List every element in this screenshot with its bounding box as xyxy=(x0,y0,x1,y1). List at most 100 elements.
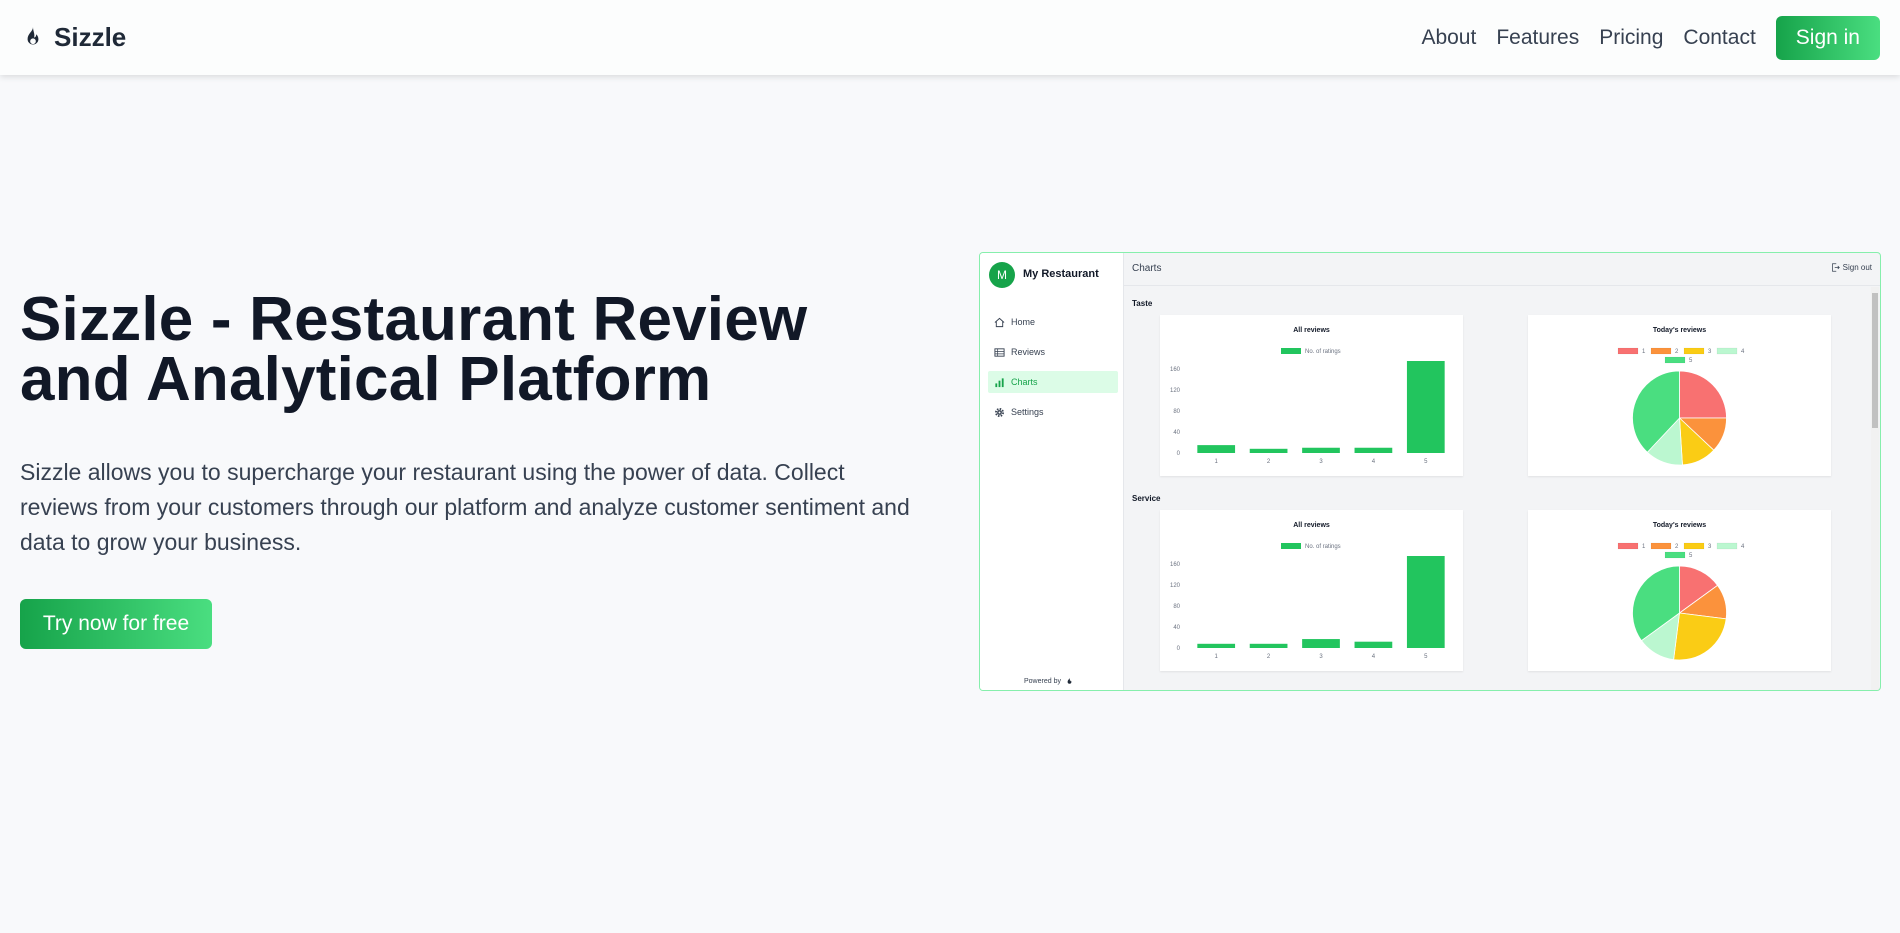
sidebar-item-label: Charts xyxy=(1011,377,1038,387)
legend-label: 1 xyxy=(1642,349,1646,355)
bar xyxy=(1354,447,1393,453)
legend-label: 5 xyxy=(1689,358,1693,364)
legend-label: 4 xyxy=(1741,544,1745,550)
bar-chart-icon xyxy=(995,377,1004,387)
legend-swatch xyxy=(1716,542,1738,550)
pie-slice xyxy=(1673,612,1727,661)
bar xyxy=(1406,361,1445,453)
legend-swatch xyxy=(1281,543,1301,549)
sidebar-item-home: Home xyxy=(988,311,1118,333)
bar xyxy=(1302,447,1340,453)
legend-swatch xyxy=(1683,542,1705,550)
y-tick-label: 120 xyxy=(1170,388,1181,394)
service-pie-chart: 1 2 3 4 5 xyxy=(1617,542,1745,661)
legend-swatch xyxy=(1650,347,1672,355)
flame-icon xyxy=(1067,677,1072,684)
y-tick-label: 160 xyxy=(1170,562,1181,568)
nav-link-features[interactable]: Features xyxy=(1496,26,1579,50)
page-title: Charts xyxy=(1132,263,1162,274)
legend-label: 1 xyxy=(1642,544,1646,550)
legend-label: 3 xyxy=(1708,544,1712,550)
x-tick-label: 5 xyxy=(1424,459,1428,465)
y-tick-label: 80 xyxy=(1173,409,1180,415)
bar xyxy=(1197,445,1236,453)
x-tick-label: 2 xyxy=(1267,654,1271,660)
x-tick-label: 3 xyxy=(1319,654,1323,660)
sign-out-icon xyxy=(1831,263,1840,272)
preview-header: Charts Sign out xyxy=(1124,253,1880,286)
legend-swatch xyxy=(1650,542,1672,550)
bar xyxy=(1197,643,1236,648)
sign-in-button[interactable]: Sign in xyxy=(1775,15,1880,60)
hero-description: Sizzle allows you to supercharge your re… xyxy=(20,459,910,555)
bar xyxy=(1354,641,1393,648)
x-tick-label: 5 xyxy=(1424,654,1428,660)
nav-link-contact[interactable]: Contact xyxy=(1683,26,1755,50)
x-tick-label: 1 xyxy=(1215,459,1219,465)
service-pie-chart-card: Today's reviews 12345 xyxy=(1528,510,1831,671)
brand-logo[interactable]: Sizzle xyxy=(20,22,126,53)
legend-label: No. of ratings xyxy=(1305,349,1341,355)
nav-link-about[interactable]: About xyxy=(1421,26,1476,50)
legend-swatch xyxy=(1281,348,1301,354)
pie-slice xyxy=(1679,370,1727,419)
y-tick-label: 120 xyxy=(1170,583,1181,589)
legend-label: 5 xyxy=(1689,553,1693,559)
legend-label: 2 xyxy=(1675,544,1679,550)
service-bar-chart-card: All reviews No. of ratings 0 40 80 120 160 1 2 3… xyxy=(1160,510,1463,671)
y-tick-label: 160 xyxy=(1170,367,1181,373)
taste-bar-chart: No. of ratings 0 40 80 120 160 1 2 3 4 5 xyxy=(1170,348,1445,465)
preview-sidebar: M My Restaurant Home Reviews Charts Sett… xyxy=(980,253,1124,690)
nav-link-pricing[interactable]: Pricing xyxy=(1599,26,1663,50)
taste-pie-chart-card: Today's reviews 12345 xyxy=(1528,315,1831,476)
sidebar-item-reviews: Reviews xyxy=(988,341,1118,363)
y-tick-label: 0 xyxy=(1177,451,1181,457)
gear-icon xyxy=(995,407,1004,417)
legend-label: 3 xyxy=(1708,349,1712,355)
bar xyxy=(1249,643,1288,648)
y-tick-label: 0 xyxy=(1177,646,1181,652)
legend-swatch xyxy=(1664,356,1686,364)
legend-swatch xyxy=(1617,542,1639,550)
y-tick-label: 40 xyxy=(1173,430,1180,436)
avatar: M xyxy=(989,262,1015,288)
x-tick-label: 4 xyxy=(1372,654,1376,660)
restaurant-name: My Restaurant xyxy=(1023,268,1099,280)
powered-by: Powered by xyxy=(1024,677,1074,686)
section-taste: Taste xyxy=(1132,299,1153,308)
bar xyxy=(1406,556,1445,648)
legend-label: No. of ratings xyxy=(1305,544,1341,550)
sign-out-button: Sign out xyxy=(1831,263,1872,272)
scrollbar-thumb xyxy=(1872,293,1878,428)
sidebar-item-charts: Charts xyxy=(988,371,1118,393)
y-tick-label: 40 xyxy=(1173,625,1180,631)
x-tick-label: 4 xyxy=(1372,459,1376,465)
flame-icon xyxy=(27,26,39,44)
preview-scrollbar xyxy=(1871,287,1879,690)
bar xyxy=(1249,448,1288,453)
try-now-button[interactable]: Try now for free xyxy=(20,599,212,649)
legend-swatch xyxy=(1617,347,1639,355)
sidebar-item-label: Reviews xyxy=(1011,347,1046,357)
table-icon xyxy=(994,347,1005,357)
preview-menu: Home Reviews Charts Settings xyxy=(988,311,1118,431)
home-icon xyxy=(994,317,1005,327)
top-navbar: Sizzle About Features Pricing Contact Si… xyxy=(0,0,1900,75)
legend-label: 4 xyxy=(1741,349,1745,355)
hero-title-line-2: and Analytical Platform xyxy=(20,345,712,414)
bar xyxy=(1302,639,1340,648)
dashboard-preview-image: M My Restaurant Home Reviews Charts Sett… xyxy=(979,252,1881,691)
section-service: Service xyxy=(1132,494,1161,503)
legend-swatch xyxy=(1664,551,1686,559)
legend-label: 2 xyxy=(1675,349,1679,355)
brand-name: Sizzle xyxy=(54,22,127,52)
preview-main: Charts Sign out Taste Service All review… xyxy=(1124,253,1880,690)
legend-swatch xyxy=(1683,347,1705,355)
hero-title: Sizzle - Restaurant Review and Analytica… xyxy=(20,289,920,411)
hero-title-line-1: Sizzle - Restaurant Review xyxy=(20,285,808,354)
legend-swatch xyxy=(1716,347,1738,355)
powered-by-label: Powered by xyxy=(1024,678,1061,685)
taste-pie-chart: 1 2 3 4 5 xyxy=(1617,347,1745,466)
taste-bar-chart-card: All reviews No. of ratings 0 40 80 120 160 1 2 3… xyxy=(1160,315,1463,476)
sidebar-item-label: Home xyxy=(1011,317,1036,327)
